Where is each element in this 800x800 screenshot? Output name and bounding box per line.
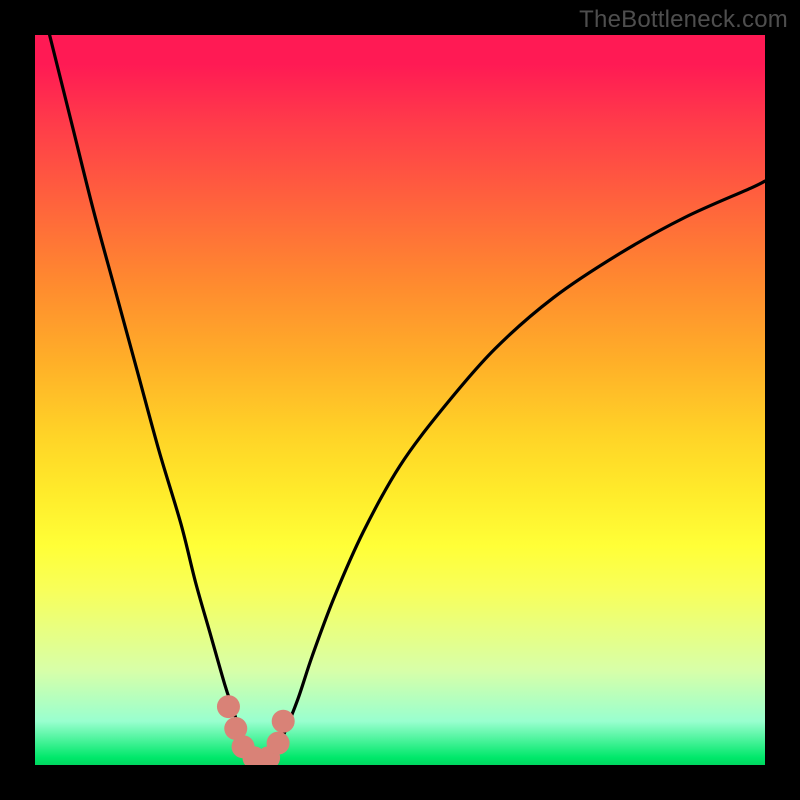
marker-left-arm-top: [217, 695, 240, 718]
marker-right-arm-top: [272, 710, 295, 733]
plot-area: [35, 35, 765, 765]
chart-frame: TheBottleneck.com: [0, 0, 800, 800]
marker-layer: [35, 35, 765, 765]
watermark-text: TheBottleneck.com: [579, 6, 788, 34]
marker-group: [217, 695, 295, 765]
marker-right-arm-low: [267, 732, 290, 755]
